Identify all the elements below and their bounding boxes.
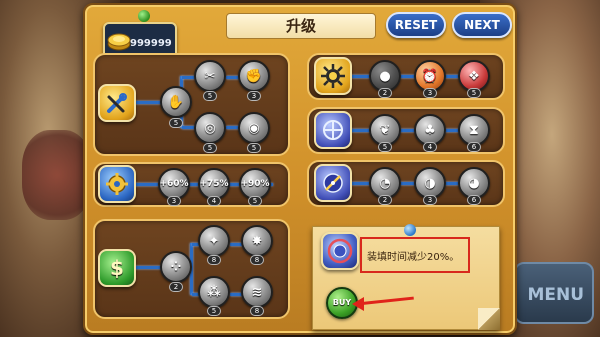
money-node-burst[interactable]: ✸ <box>241 225 273 257</box>
tree-icon: ♣ <box>424 122 436 138</box>
background-heart-drawing <box>22 130 92 220</box>
hand-tool-icon: ✋ <box>167 94 185 110</box>
money-node-coins[interactable]: ⁘ <box>160 251 192 283</box>
stopwatch-icon: ◔ <box>379 175 391 191</box>
tools-node-hand-tool[interactable]: ✋ <box>160 86 192 118</box>
wheel-icon: ◎ <box>204 120 216 136</box>
leaf-icon: ❦ <box>379 122 391 138</box>
level-badge: 4 <box>423 142 437 152</box>
money-node-sparkle[interactable]: ✦ <box>198 225 230 257</box>
money-node-pile[interactable]: ⁂ <box>198 276 230 308</box>
level-badge: 3 <box>423 195 437 205</box>
level-badge: 5 <box>248 196 262 206</box>
speed-category-icon[interactable] <box>98 165 136 203</box>
shield-category-icon[interactable] <box>314 111 352 149</box>
level-badge: 2 <box>378 195 392 205</box>
blue-pin-icon <box>404 224 416 236</box>
spiral-icon: ◉ <box>248 120 260 136</box>
level-badge: 8 <box>250 255 264 265</box>
arm-icon: ✊ <box>245 68 263 84</box>
stack-icon: ≋ <box>251 284 263 300</box>
selected-upgrade-icon <box>321 232 359 270</box>
level-badge: 6 <box>467 195 481 205</box>
speed-node-label: +90% <box>240 179 270 189</box>
dollar-icon: $ <box>110 256 124 280</box>
tools-node-spiral[interactable]: ◉ <box>238 112 270 144</box>
level-badge: 5 <box>207 306 221 316</box>
compass-category-icon[interactable] <box>314 164 352 202</box>
level-badge: 5 <box>467 88 481 98</box>
coins-icon: ⁘ <box>170 259 182 275</box>
gauge-icon: ◑ <box>424 175 436 191</box>
speed-node-label: +75% <box>199 179 229 189</box>
green-pin-icon <box>138 10 150 22</box>
level-badge: 3 <box>423 88 437 98</box>
note-page-curl <box>478 308 500 330</box>
tools-node-arm[interactable]: ✊ <box>238 60 270 92</box>
money-node-stack[interactable]: ≋ <box>241 276 273 308</box>
next-button[interactable]: NEXT <box>452 12 512 38</box>
gold-gear-icon <box>106 173 128 195</box>
level-badge: 5 <box>169 118 183 128</box>
coin-amount: 999999 <box>130 38 172 49</box>
level-badge: 5 <box>203 143 217 153</box>
level-badge: 5 <box>378 142 392 152</box>
level-badge: 2 <box>378 88 392 98</box>
sun-gear-icon <box>321 64 345 88</box>
level-badge: 3 <box>247 91 261 101</box>
funnel-icon: ⧗ <box>469 122 479 138</box>
tools-node-wheel[interactable]: ◎ <box>194 112 226 144</box>
level-badge: 3 <box>167 196 181 206</box>
level-badge: 6 <box>467 142 481 152</box>
level-badge: 5 <box>247 143 261 153</box>
level-badge: 8 <box>207 255 221 265</box>
burst-icon: ✸ <box>251 233 263 249</box>
money-category-icon[interactable]: $ <box>98 249 136 287</box>
level-badge: 4 <box>207 196 221 206</box>
level-badge: 8 <box>250 306 264 316</box>
pile-icon: ⁂ <box>207 284 221 300</box>
sparkle-icon: ✦ <box>208 233 220 249</box>
pliers-icon: ✂ <box>204 68 216 84</box>
side-menu-button[interactable]: MENU <box>514 262 594 324</box>
page-title: 升级 <box>226 13 376 39</box>
timer-icon: ◕ <box>468 175 480 191</box>
speed-node-label: +60% <box>159 179 189 189</box>
wrench-screwdriver-icon <box>107 93 127 113</box>
crosshair-icon <box>323 120 343 140</box>
tools-category-icon[interactable] <box>98 84 136 122</box>
target-ring-icon <box>327 238 353 264</box>
compass-icon <box>323 173 343 193</box>
tools-node-pliers[interactable]: ✂ <box>194 60 226 92</box>
cash-icon: ❖ <box>468 68 480 84</box>
gear-category-icon[interactable] <box>314 57 352 95</box>
alarm-icon: ⏰ <box>421 68 439 84</box>
orb-icon: ● <box>379 68 391 84</box>
level-badge: 2 <box>169 282 183 292</box>
level-badge: 5 <box>203 91 217 101</box>
upgrade-description: 装填时间减少20%。 <box>367 252 460 263</box>
red-arrow-head-icon <box>352 297 364 311</box>
reset-button[interactable]: RESET <box>386 12 446 38</box>
